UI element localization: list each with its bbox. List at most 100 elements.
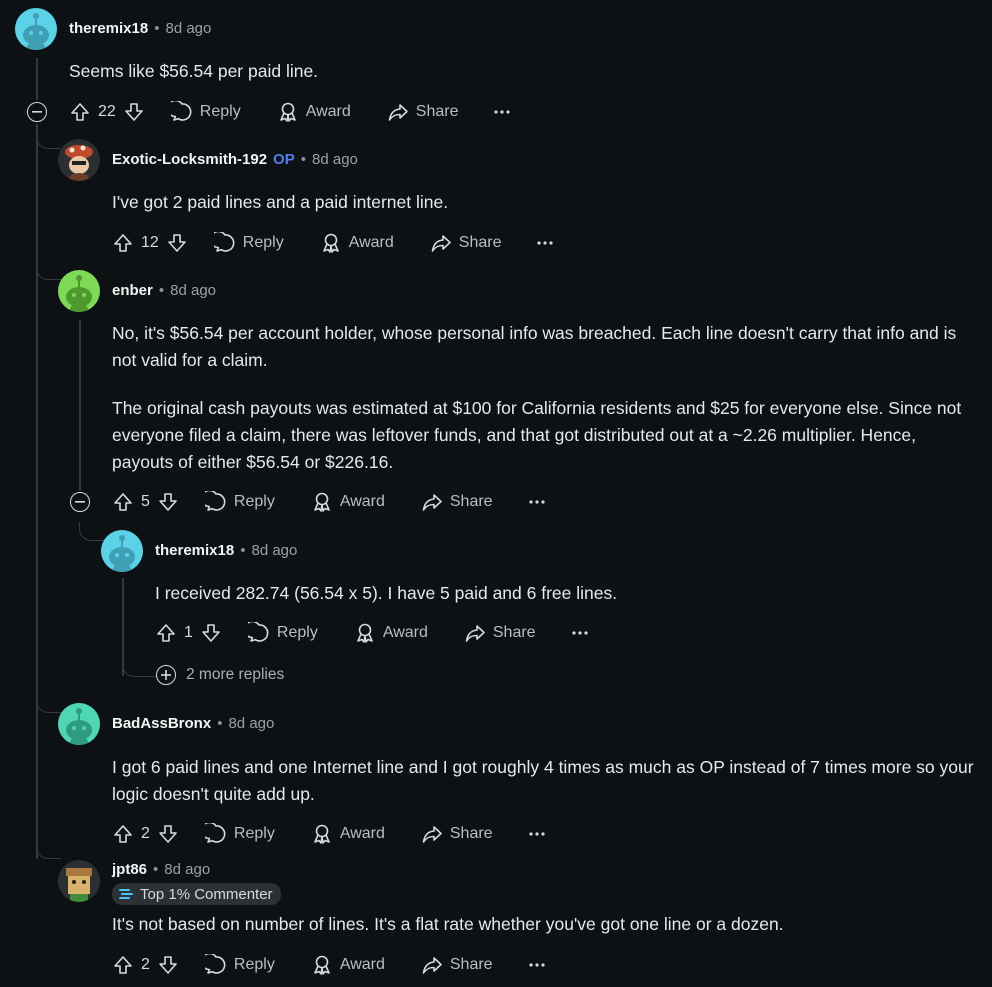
reply-button[interactable]: Reply: [204, 954, 275, 976]
collapse-button[interactable]: [70, 492, 90, 512]
timestamp[interactable]: 8d ago: [312, 151, 358, 168]
comment-icon: [204, 954, 226, 974]
thread-elbow: [36, 263, 61, 280]
more-options-button[interactable]: [494, 110, 511, 114]
comment-meta: theremix18 • 8d ago: [155, 542, 298, 559]
more-options-button[interactable]: [528, 500, 545, 504]
thread-line: [36, 124, 38, 859]
reply-button[interactable]: Reply: [213, 232, 284, 254]
comment-body: I've got 2 paid lines and a paid interne…: [112, 192, 449, 212]
username[interactable]: theremix18: [69, 20, 148, 37]
upvote-icon: [114, 234, 132, 252]
comment-actions: 2 Reply Award Share: [112, 952, 545, 978]
award-icon: [314, 492, 330, 512]
reply-button[interactable]: Reply: [204, 823, 275, 845]
collapse-button[interactable]: [27, 102, 47, 122]
comment-body: It's not based on number of lines. It's …: [112, 914, 784, 934]
username[interactable]: Exotic-Locksmith-192: [112, 151, 267, 168]
ellipsis-icon: [528, 963, 545, 967]
avatar[interactable]: [58, 270, 100, 312]
award-button[interactable]: Award: [354, 622, 428, 644]
downvote-button[interactable]: [157, 823, 179, 845]
downvote-icon: [159, 956, 177, 974]
comment-actions: 22 Reply Award Share: [69, 99, 511, 125]
minus-icon: [75, 501, 85, 503]
timestamp[interactable]: 8d ago: [251, 542, 297, 559]
avatar[interactable]: [58, 860, 100, 902]
vote-count: 2: [141, 825, 150, 842]
username[interactable]: jpt86: [112, 861, 147, 878]
plus-icon: [156, 665, 176, 685]
more-options-button[interactable]: [571, 631, 588, 635]
comment-body: I received 282.74 (56.54 x 5). I have 5 …: [155, 583, 618, 603]
avatar[interactable]: [58, 703, 100, 745]
share-icon: [431, 235, 451, 252]
more-options-button[interactable]: [528, 963, 545, 967]
upvote-button[interactable]: [112, 823, 134, 845]
share-button[interactable]: Share: [387, 101, 458, 123]
comment-actions: 1 Reply Award Share: [155, 620, 588, 646]
downvote-button[interactable]: [157, 491, 179, 513]
award-icon: [357, 623, 373, 643]
comment-meta: jpt86 • 8d ago: [112, 861, 211, 878]
vote-count: 12: [141, 234, 159, 251]
downvote-icon: [159, 493, 177, 511]
share-button[interactable]: Share: [421, 823, 493, 845]
more-replies-button[interactable]: 2 more replies: [156, 665, 284, 685]
timestamp[interactable]: 8d ago: [164, 861, 210, 878]
award-icon: [314, 824, 330, 844]
downvote-button[interactable]: [157, 954, 179, 976]
share-icon: [388, 104, 408, 121]
ellipsis-icon: [528, 500, 545, 504]
award-button[interactable]: Award: [311, 823, 385, 845]
thread-elbow: [36, 842, 61, 859]
minus-icon: [32, 111, 42, 113]
award-button[interactable]: Award: [311, 491, 385, 513]
thread-elbow: [36, 696, 61, 713]
share-button[interactable]: Share: [464, 622, 536, 644]
username[interactable]: theremix18: [155, 542, 234, 559]
upvote-button[interactable]: [112, 954, 134, 976]
award-button[interactable]: Award: [311, 954, 385, 976]
upvote-button[interactable]: [112, 491, 134, 513]
upvote-button[interactable]: [69, 101, 91, 123]
avatar[interactable]: [58, 139, 100, 181]
share-button[interactable]: Share: [421, 491, 493, 513]
username[interactable]: BadAssBronx: [112, 715, 211, 732]
award-button[interactable]: Award: [277, 101, 351, 123]
avatar[interactable]: [101, 530, 143, 572]
upvote-button[interactable]: [112, 232, 134, 254]
share-icon: [422, 826, 442, 843]
upvote-button[interactable]: [155, 622, 177, 644]
upvote-icon: [114, 825, 132, 843]
timestamp[interactable]: 8d ago: [170, 282, 216, 299]
top-commenter-badge[interactable]: Top 1% Commenter: [112, 883, 281, 905]
top-commenter-icon: [119, 889, 133, 899]
reply-button[interactable]: Reply: [247, 622, 318, 644]
timestamp[interactable]: 8d ago: [228, 715, 274, 732]
downvote-button[interactable]: [166, 232, 188, 254]
share-icon: [422, 957, 442, 974]
avatar[interactable]: [15, 8, 57, 50]
upvote-icon: [157, 624, 175, 642]
downvote-button[interactable]: [200, 622, 222, 644]
more-options-button[interactable]: [537, 241, 554, 245]
upvote-icon: [71, 103, 89, 121]
upvote-icon: [114, 493, 132, 511]
ellipsis-icon: [571, 631, 588, 635]
thread-line: [36, 58, 38, 100]
downvote-button[interactable]: [123, 101, 145, 123]
vote-count: 22: [98, 103, 116, 120]
share-icon: [465, 625, 485, 642]
share-button[interactable]: Share: [430, 232, 501, 254]
comment-meta: enber • 8d ago: [112, 282, 217, 299]
reply-button[interactable]: Reply: [204, 491, 275, 513]
downvote-icon: [159, 825, 177, 843]
more-options-button[interactable]: [528, 832, 545, 836]
share-button[interactable]: Share: [421, 954, 493, 976]
username[interactable]: enber: [112, 282, 153, 299]
reply-button[interactable]: Reply: [170, 101, 241, 123]
timestamp[interactable]: 8d ago: [165, 20, 211, 37]
comment-icon: [204, 823, 226, 843]
award-button[interactable]: Award: [320, 232, 394, 254]
